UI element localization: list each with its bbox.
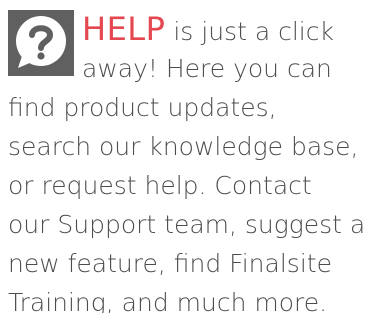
help-keyword[interactable]: HELP — [82, 10, 165, 48]
help-text-line-6: our Support team, suggest a — [8, 210, 366, 239]
help-text-line-1-rest: is just a click — [165, 17, 334, 46]
help-text-line-1: HELP is just a click — [82, 10, 334, 51]
help-info-block: HELP is just a click away! Here you can … — [0, 0, 384, 313]
help-text-line-4: search our knowledge base, — [8, 132, 359, 161]
help-text-line-5: or request help. Contact — [8, 171, 312, 200]
help-question-icon[interactable] — [8, 10, 74, 76]
help-text-line-2: away! Here you can — [82, 54, 332, 83]
help-text-line-3: find product updates, — [8, 93, 277, 122]
help-text-line-8: Training, and much more. — [8, 288, 328, 313]
help-text-line-7: new feature, find Finalsite — [8, 249, 332, 278]
